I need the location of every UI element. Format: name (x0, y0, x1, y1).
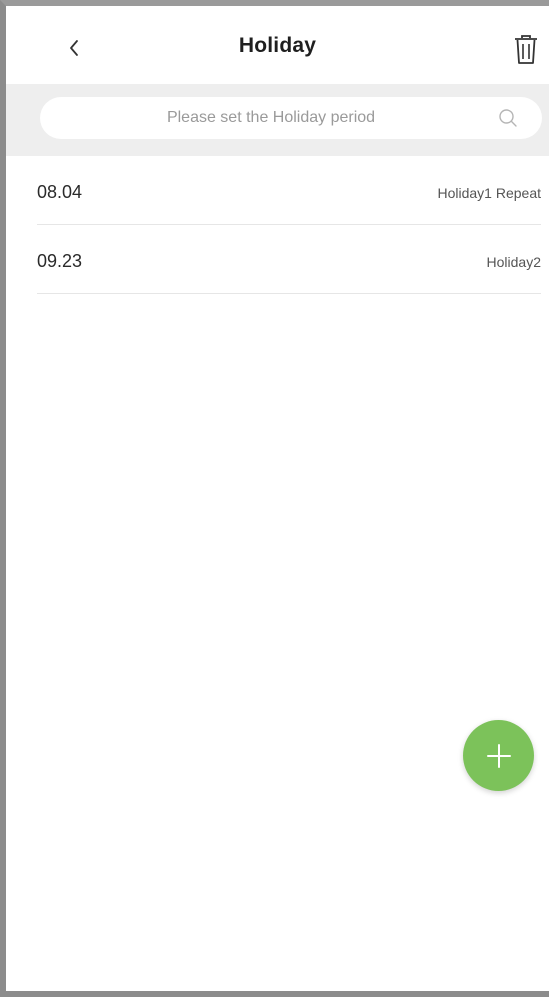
plus-icon (486, 743, 511, 768)
holiday-list: 08.04 Holiday1 Repeat 09.23 Holiday2 (6, 156, 549, 294)
trash-icon (515, 35, 537, 64)
holiday-date: 08.04 (37, 182, 83, 202)
page-title: Holiday (238, 34, 317, 57)
holiday-row[interactable]: 09.23 Holiday2 (37, 225, 541, 294)
search-input[interactable]: Please set the Holiday period (40, 97, 542, 139)
add-holiday-button[interactable] (463, 720, 534, 791)
holiday-row[interactable]: 08.04 Holiday1 Repeat (37, 156, 541, 225)
app-screen: Holiday Please set the Holiday period 08… (0, 0, 549, 997)
search-placeholder: Please set the Holiday period (166, 109, 376, 126)
search-bar: Please set the Holiday period (6, 84, 549, 156)
holiday-name: Holiday2 (486, 254, 541, 270)
search-icon[interactable] (496, 106, 520, 130)
holiday-name: Holiday1 Repeat (437, 185, 541, 201)
holiday-date: 09.23 (37, 251, 83, 271)
delete-button[interactable] (509, 30, 543, 70)
top-bar: Holiday (6, 6, 549, 84)
